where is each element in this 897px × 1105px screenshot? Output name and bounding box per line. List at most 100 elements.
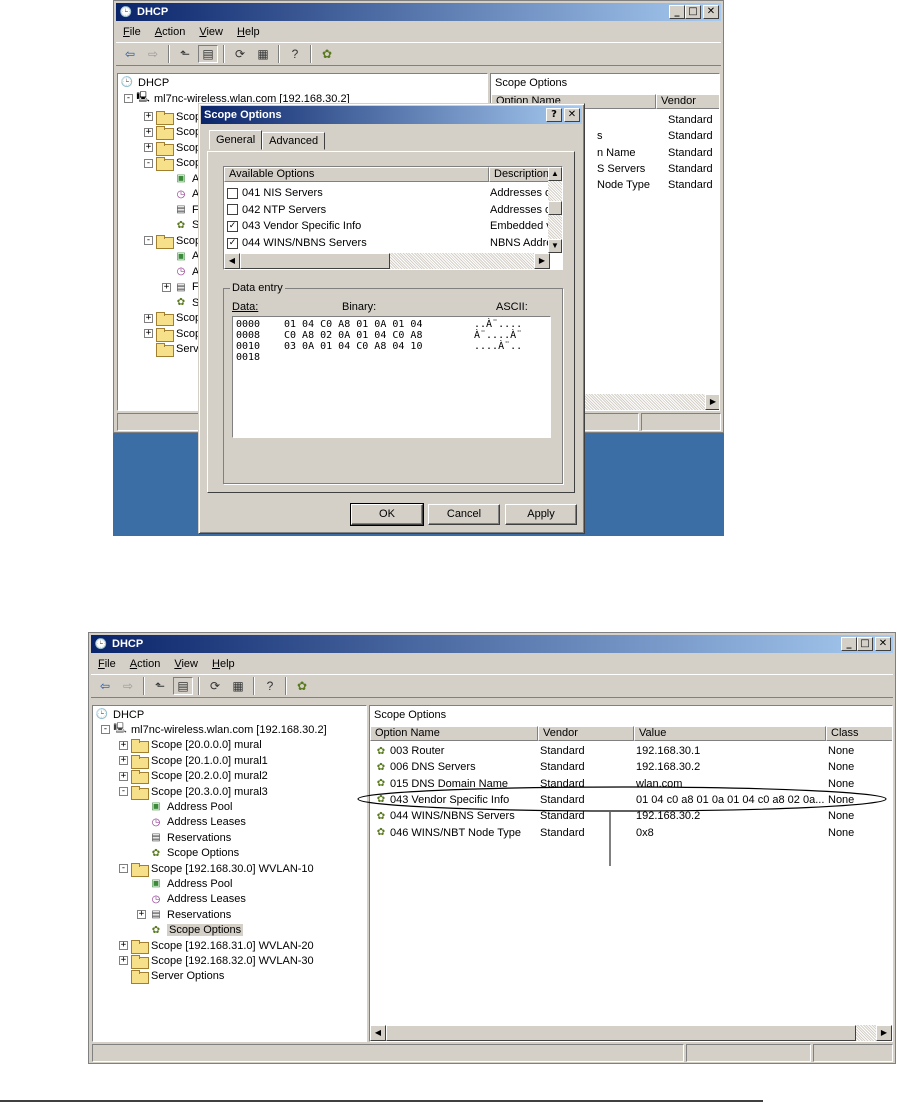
cancel-button[interactable]: Cancel bbox=[428, 504, 500, 525]
tree-item[interactable]: ◷ A bbox=[174, 187, 200, 202]
col-vendor[interactable]: Vendor bbox=[538, 726, 634, 741]
tree-item[interactable]: - Scop bbox=[144, 156, 201, 171]
ok-button[interactable]: OK bbox=[350, 503, 424, 526]
collapse-icon[interactable]: - bbox=[119, 864, 128, 873]
show-hide-tree-icon[interactable]: ▤ bbox=[198, 45, 218, 63]
expand-icon[interactable]: + bbox=[119, 941, 128, 950]
menu-item[interactable]: Help bbox=[230, 26, 267, 38]
tree-item[interactable]: + Scope [20.0.0.0] mural bbox=[119, 738, 262, 754]
scroll-down-button[interactable]: ▼ bbox=[548, 239, 562, 253]
tree-item[interactable]: ✿ S bbox=[174, 218, 200, 233]
expand-icon[interactable]: + bbox=[137, 910, 146, 920]
minimize-button[interactable]: _ bbox=[669, 5, 685, 19]
scroll-up-button[interactable]: ▲ bbox=[548, 167, 562, 181]
menu-item[interactable]: Help bbox=[205, 658, 242, 670]
option-checkbox[interactable]: ✓ bbox=[227, 220, 238, 232]
tree-item[interactable]: + ▤ F bbox=[162, 280, 199, 295]
options-vscroll[interactable]: ▲ ▼ bbox=[548, 167, 562, 253]
tree-item[interactable]: + Scop bbox=[144, 109, 201, 125]
expand-icon[interactable]: + bbox=[119, 771, 128, 781]
forward-arrow-icon[interactable]: ⇨ bbox=[143, 45, 163, 63]
tree-item[interactable]: + Scope [20.1.0.0] mural1 bbox=[119, 753, 268, 769]
scroll-right-button[interactable]: ▶ bbox=[705, 394, 719, 410]
refresh-icon[interactable]: ⟳ bbox=[230, 45, 250, 63]
export-list-icon[interactable]: ▦ bbox=[228, 677, 248, 695]
tree-item[interactable]: - Scope [20.3.0.0] mural3 bbox=[119, 784, 268, 800]
close-button[interactable]: ✕ bbox=[875, 637, 891, 651]
collapse-icon[interactable]: - bbox=[119, 787, 128, 796]
expand-icon[interactable]: + bbox=[144, 329, 153, 338]
option-list-item[interactable]: ✓ 043 Vendor Specific Info Embedded v bbox=[227, 218, 560, 234]
scroll-thumb[interactable] bbox=[386, 1025, 856, 1041]
option-checkbox[interactable] bbox=[227, 204, 238, 216]
scroll-left-button[interactable]: ◀ bbox=[370, 1025, 386, 1041]
minimize-button[interactable]: _ bbox=[841, 637, 857, 651]
collapse-icon[interactable]: - bbox=[144, 158, 153, 168]
scroll-left-button[interactable]: ◀ bbox=[224, 253, 240, 269]
tree-item[interactable]: + Scop bbox=[144, 311, 201, 326]
tree-item[interactable]: ◷ A bbox=[174, 264, 200, 279]
show-hide-tree-icon[interactable]: ▤ bbox=[173, 677, 193, 695]
hex-editor[interactable]: 0000 01 04 C0 A8 01 0A 01 04 ..À¨.... 0008 C… bbox=[232, 316, 551, 438]
tree-item[interactable]: - Scope [192.168.30.0] WVLAN-10 bbox=[119, 861, 314, 877]
tree-item[interactable]: + Scop bbox=[144, 140, 201, 156]
collapse-icon[interactable]: - bbox=[144, 236, 153, 245]
tree-item[interactable]: ▣ A bbox=[174, 249, 199, 264]
col-option-name[interactable]: Option Name bbox=[370, 726, 538, 741]
expand-icon[interactable]: + bbox=[144, 143, 153, 152]
col-value[interactable]: Value bbox=[634, 726, 826, 741]
expand-icon[interactable]: + bbox=[162, 282, 171, 292]
tab-general[interactable]: General bbox=[209, 130, 263, 150]
tree-item[interactable]: ✿ Scope Options bbox=[149, 923, 244, 938]
menu-item[interactable]: File bbox=[116, 26, 148, 38]
options-hscroll[interactable]: ◀ ▶ bbox=[224, 253, 550, 269]
close-button[interactable]: ✕ bbox=[703, 5, 719, 19]
tree-item[interactable]: ▣ A bbox=[174, 171, 199, 186]
expand-icon[interactable]: + bbox=[119, 756, 128, 766]
bottom-title-bar[interactable]: 🕒 DHCP _ □ ✕ bbox=[91, 635, 893, 653]
tree-item[interactable]: ▣ Address Pool bbox=[149, 799, 232, 814]
option-checkbox[interactable]: ✓ bbox=[227, 237, 238, 249]
apply-button[interactable]: Apply bbox=[505, 504, 577, 525]
back-arrow-icon[interactable]: ⇦ bbox=[95, 677, 115, 695]
table-row[interactable]: ✿ 003 Router Standard 192.168.30.1 None bbox=[374, 743, 884, 759]
tree-item[interactable]: ▣ Address Pool bbox=[149, 876, 232, 891]
menu-item[interactable]: File bbox=[91, 658, 123, 670]
tree-item[interactable]: ◷ Address Leases bbox=[149, 892, 246, 907]
back-arrow-icon[interactable]: ⇦ bbox=[120, 45, 140, 63]
available-options-list[interactable]: Available Options Description 041 NIS Se… bbox=[223, 166, 563, 270]
table-row[interactable]: ✿ 044 WINS/NBNS Servers Standard 192.168.30… bbox=[374, 808, 884, 824]
help-button[interactable]: ? bbox=[546, 108, 562, 122]
table-row[interactable]: ✿ 043 Vendor Specific Info Standard 01 04 c… bbox=[374, 792, 884, 808]
scroll-right-button[interactable]: ▶ bbox=[876, 1025, 892, 1041]
collapse-icon[interactable]: - bbox=[101, 725, 110, 735]
tree-item[interactable]: 🕒 DHCP bbox=[95, 707, 144, 722]
tree-item[interactable]: + Scope [192.168.32.0] WVLAN-30 bbox=[119, 953, 314, 969]
scroll-thumb[interactable] bbox=[548, 201, 562, 215]
col-vendor[interactable]: Vendor bbox=[656, 94, 719, 109]
up-folder-icon[interactable]: ⬑ bbox=[175, 45, 195, 63]
tree-item[interactable]: ▤ Reservations bbox=[149, 830, 231, 845]
tree-item[interactable]: Server Options bbox=[131, 969, 224, 985]
expand-icon[interactable]: + bbox=[144, 313, 153, 323]
menu-item[interactable]: View bbox=[167, 658, 205, 670]
table-row[interactable]: ✿ 006 DNS Servers Standard 192.168.30.2 None bbox=[374, 759, 884, 775]
menu-item[interactable]: Action bbox=[148, 26, 193, 38]
up-folder-icon[interactable]: ⬑ bbox=[150, 677, 170, 695]
bottom-hscroll[interactable]: ◀ ▶ bbox=[370, 1025, 892, 1041]
option-list-item[interactable]: 042 NTP Servers Addresses o bbox=[227, 202, 560, 218]
export-list-icon[interactable]: ▦ bbox=[253, 45, 273, 63]
expand-icon[interactable]: + bbox=[119, 740, 128, 750]
scroll-thumb[interactable] bbox=[240, 253, 390, 269]
expand-icon[interactable]: + bbox=[144, 127, 153, 137]
top-title-bar[interactable]: 🕒 DHCP _ □ ✕ bbox=[116, 3, 721, 21]
maximize-button[interactable]: □ bbox=[685, 5, 701, 19]
help-icon[interactable]: ? bbox=[260, 677, 280, 695]
option-list-item[interactable]: ✓ 044 WINS/NBNS Servers NBNS Addre bbox=[227, 235, 560, 251]
options-icon[interactable]: ✿ bbox=[317, 45, 337, 63]
menu-item[interactable]: Action bbox=[123, 658, 168, 670]
tree-item[interactable]: Serv bbox=[156, 342, 199, 357]
options-icon[interactable]: ✿ bbox=[292, 677, 312, 695]
tree-root[interactable]: 🕒 DHCP bbox=[120, 75, 169, 90]
tree-item[interactable]: + Scope [20.2.0.0] mural2 bbox=[119, 769, 268, 785]
